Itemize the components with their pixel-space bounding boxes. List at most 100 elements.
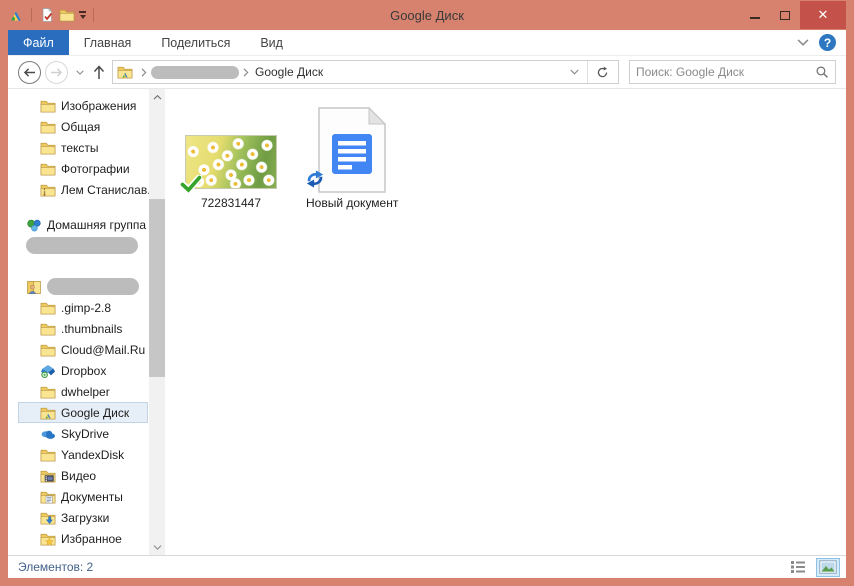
- maximize-button[interactable]: [770, 1, 800, 29]
- status-bar: Элементов: 2: [8, 555, 846, 578]
- sidebar-item[interactable]: YandexDisk: [18, 444, 148, 465]
- sidebar-item-label: Лем Станислав.: [61, 182, 149, 197]
- search-input[interactable]: [636, 65, 815, 79]
- sidebar-item[interactable]: dwhelper: [18, 381, 148, 402]
- sidebar-item[interactable]: SkyDrive: [18, 423, 148, 444]
- scrollbar-thumb[interactable]: [149, 199, 165, 377]
- scroll-down-button[interactable]: [149, 539, 165, 555]
- breadcrumb-chevron-icon: [137, 68, 151, 77]
- sidebar-item-label: Общая: [61, 119, 101, 134]
- titlebar: Google Диск ✕: [0, 0, 854, 30]
- arrow-right-icon: [50, 67, 63, 78]
- up-button[interactable]: [92, 65, 106, 80]
- sidebar-item-label: Google Диск: [61, 405, 130, 420]
- expand-ribbon-button[interactable]: [797, 39, 809, 46]
- new-folder-icon[interactable]: [59, 7, 75, 23]
- search-icon[interactable]: [815, 65, 829, 79]
- sidebar-item[interactable]: Cloud@Mail.Ru: [18, 339, 148, 360]
- window-title: Google Диск: [390, 7, 464, 23]
- help-button[interactable]: ?: [819, 34, 836, 51]
- navigation-bar: Google Диск: [8, 56, 846, 89]
- sidebar-scrollbar[interactable]: [149, 89, 165, 555]
- documents-folder-icon: [40, 489, 56, 505]
- google-drive-logo-icon[interactable]: [8, 7, 24, 23]
- folder-icon: [40, 300, 56, 316]
- thumbnail-view-icon: [819, 560, 837, 574]
- sidebar-item[interactable]: .gimp-2.8: [18, 297, 148, 318]
- sidebar-item-label: Избранное: [61, 531, 122, 546]
- sidebar-item-label: YandexDisk: [61, 447, 125, 462]
- google-doc-icon: [318, 107, 386, 193]
- window-frame: Файл Главная Поделиться Вид ? Google Дис…: [8, 30, 846, 578]
- sidebar-item[interactable]: Загрузки: [18, 507, 148, 528]
- file-tile-image[interactable]: 722831447: [185, 135, 277, 210]
- downloads-folder-icon: [40, 510, 56, 526]
- scroll-up-button[interactable]: [149, 89, 165, 105]
- close-button[interactable]: ✕: [800, 1, 846, 29]
- navigation-pane: Изображения Общая тексты Фотографии Лем Стан…: [8, 89, 149, 555]
- separator: [93, 8, 94, 22]
- details-view-button[interactable]: [786, 558, 810, 577]
- ribbon-tab[interactable]: Поделиться: [146, 30, 245, 55]
- sidebar-item[interactable]: Лем Станислав.: [18, 179, 149, 200]
- file-properties-icon[interactable]: [39, 7, 55, 23]
- user-folder-icon: [26, 279, 42, 295]
- sidebar-item[interactable]: Google Диск: [18, 402, 148, 423]
- refresh-button[interactable]: [588, 66, 616, 79]
- sidebar-item[interactable]: тексты: [18, 137, 148, 158]
- ribbon-tab[interactable]: Вид: [245, 30, 298, 55]
- file-tile-document[interactable]: Новый документ: [306, 107, 398, 210]
- back-button[interactable]: [18, 60, 41, 84]
- folder-icon: [40, 98, 56, 114]
- customize-quick-access-icon[interactable]: [79, 11, 86, 19]
- sidebar-item-label: Загрузки: [61, 510, 110, 525]
- breadcrumb-current-folder[interactable]: Google Диск: [255, 65, 323, 79]
- sidebar-item[interactable]: Изображения: [18, 95, 148, 116]
- sidebar-item[interactable]: [18, 276, 148, 297]
- thumbnail-view-button[interactable]: [816, 557, 840, 577]
- folder-icon: [40, 321, 56, 337]
- folder-icon: [40, 342, 56, 358]
- minimize-button[interactable]: [740, 1, 770, 29]
- forward-button[interactable]: [45, 60, 68, 84]
- arrow-left-icon: [23, 67, 36, 78]
- sidebar-item-label: dwhelper: [61, 384, 110, 399]
- sidebar-item[interactable]: Избранное: [18, 528, 148, 549]
- sidebar-item-label: Домашняя группа: [47, 217, 147, 232]
- sidebar-item[interactable]: Домашняя группа: [18, 214, 148, 235]
- ribbon-tab[interactable]: Файл: [8, 30, 69, 55]
- sidebar-item-label: .thumbnails: [61, 321, 123, 336]
- chevron-down-icon: [153, 545, 162, 550]
- sidebar-item-label: Cloud@Mail.Ru: [61, 342, 146, 357]
- censored-label: [26, 237, 138, 254]
- search-box: [629, 60, 836, 84]
- file-list-area[interactable]: 722831447 Новый документ: [165, 89, 846, 555]
- sidebar-item-label: Видео: [61, 468, 97, 483]
- maximize-icon: [780, 10, 790, 20]
- sidebar-item[interactable]: [18, 235, 148, 256]
- sync-in-progress-icon: [304, 169, 326, 189]
- sidebar-item-label: .gimp-2.8: [61, 300, 112, 315]
- recent-locations-dropdown[interactable]: [76, 70, 84, 75]
- address-bar[interactable]: Google Диск: [112, 60, 619, 84]
- separator: [31, 8, 32, 22]
- main-area: Изображения Общая тексты Фотографии Лем Стан…: [8, 89, 846, 555]
- sidebar-item-label: тексты: [61, 140, 99, 155]
- ribbon-tab[interactable]: Главная: [69, 30, 147, 55]
- folder-icon: [40, 447, 56, 463]
- sidebar-item-label: Документы: [61, 489, 123, 504]
- sidebar-item[interactable]: Фотографии: [18, 158, 148, 179]
- address-dropdown-button[interactable]: [562, 69, 587, 75]
- breadcrumb-censored-segment: [151, 65, 239, 79]
- sidebar-item[interactable]: Видео: [18, 465, 148, 486]
- sidebar-item[interactable]: Dropbox: [18, 360, 148, 381]
- video-folder-icon: [40, 468, 56, 484]
- sidebar-item-label: Dropbox: [61, 363, 107, 378]
- favorites-folder-icon: [40, 531, 56, 547]
- sidebar-item[interactable]: Документы: [18, 486, 148, 507]
- homegroup-icon: [26, 217, 42, 233]
- sidebar-item[interactable]: Общая: [18, 116, 148, 137]
- sidebar-item[interactable]: .thumbnails: [18, 318, 148, 339]
